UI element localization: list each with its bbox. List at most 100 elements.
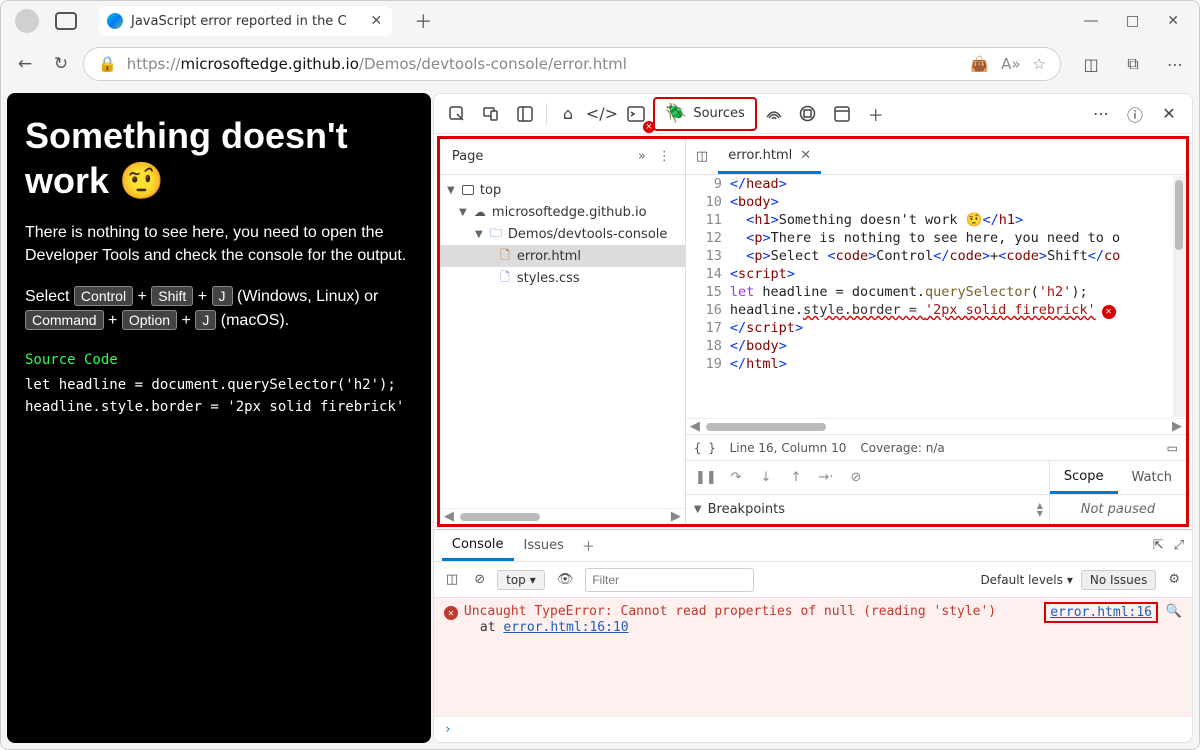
browser-tab[interactable]: JavaScript error reported in the C ✕ [99, 6, 392, 36]
deactivate-breakpoints-icon[interactable]: ⊘ [842, 464, 870, 492]
url-field[interactable]: 🔒 https://microsoftedge.github.io/Demos/… [83, 47, 1061, 81]
code-label: Source Code [25, 350, 413, 372]
drawer-expand-icon[interactable]: ⤢ [1174, 538, 1184, 553]
shopping-icon[interactable]: 👜 [970, 55, 989, 73]
close-file-icon[interactable]: ✕ [800, 148, 811, 163]
file-tab-error-html[interactable]: error.html ✕ [718, 139, 821, 174]
editor-tabs: ◫ error.html ✕ [686, 139, 1186, 175]
kbd-j: J [212, 286, 233, 306]
code-lines: </head> <body> <h1>Something doesn't wor… [730, 175, 1186, 418]
url-host: microsoftedge.github.io [180, 55, 358, 73]
editor-hscroll[interactable]: ◀▶ [686, 418, 1186, 434]
console-prompt[interactable]: › [434, 716, 1192, 742]
console-drawer-tab[interactable]: Console [442, 530, 514, 561]
device-emulation-icon[interactable] [474, 97, 508, 131]
sources-tab[interactable]: 🪲 Sources [653, 97, 757, 131]
nav-more-icon[interactable]: ⋮ [652, 149, 677, 164]
drawer-dock-icon[interactable]: ⇱ [1153, 538, 1164, 553]
close-window-icon[interactable]: ✕ [1167, 13, 1179, 29]
console-sidebar-icon[interactable]: ◫ [442, 572, 462, 587]
tree-file-styles-css[interactable]: 🗋styles.css [440, 267, 685, 289]
code-editor[interactable]: 910111213141516171819 </head> <body> <h1… [686, 175, 1186, 418]
address-bar: ← ↻ 🔒 https://microsoftedge.github.io/De… [1, 41, 1199, 87]
no-issues-badge[interactable]: No Issues [1081, 570, 1156, 590]
inspect-icon[interactable] [440, 97, 474, 131]
error-dot-icon[interactable]: ✕ [1102, 305, 1116, 319]
breakpoints-section[interactable]: ▼Breakpoints ▲▼ [686, 495, 1050, 524]
split-screen-icon[interactable]: ◫ [1077, 50, 1105, 78]
url-path: /Demos/devtools-console/error.html [359, 55, 627, 73]
bug-icon: 🪲 [665, 103, 687, 124]
more-tabs-icon[interactable]: ＋ [859, 97, 893, 131]
coverage-status: Coverage: n/a [860, 441, 944, 455]
close-devtools-icon[interactable]: ✕ [1152, 97, 1186, 131]
tree-top[interactable]: ▼top [440, 179, 685, 201]
source-map-icon[interactable]: ▭ [1167, 441, 1178, 455]
console-tab-icon[interactable] [619, 97, 653, 131]
minimize-icon[interactable]: ― [1084, 13, 1098, 29]
source-link[interactable]: error.html:16 [1050, 605, 1152, 620]
devtools-more-icon[interactable]: ⋯ [1084, 97, 1118, 131]
kbd-command: Command [25, 310, 104, 330]
url-scheme: https:// [127, 55, 181, 73]
tab-actions-icon[interactable] [55, 12, 77, 30]
scope-tab[interactable]: Scope [1050, 461, 1118, 494]
filter-input[interactable] [585, 568, 754, 592]
log-levels-dropdown[interactable]: Default levels ▾ [980, 573, 1072, 587]
console-error-message[interactable]: ✕ Uncaught TypeError: Cannot read proper… [434, 598, 1192, 716]
tree-host[interactable]: ▼☁microsoftedge.github.io [440, 201, 685, 223]
nav-hscroll[interactable]: ◀▶ [440, 508, 685, 524]
live-expression-icon[interactable]: 👁 [553, 572, 578, 587]
elements-tab-icon[interactable]: </> [585, 97, 619, 131]
tab-title: JavaScript error reported in the C [131, 14, 347, 29]
help-icon[interactable]: ⓘ [1118, 97, 1152, 131]
performance-tab-icon[interactable] [791, 97, 825, 131]
refresh-button[interactable]: ↻ [47, 50, 75, 78]
collections-icon[interactable]: ⧉ [1119, 50, 1147, 78]
expand-nav-icon[interactable]: » [632, 149, 652, 164]
maximize-icon[interactable]: □ [1126, 13, 1139, 29]
step-over-icon[interactable]: ↷ [722, 464, 750, 492]
navigator-tabs: Page » ⋮ [440, 139, 685, 175]
add-drawer-tab-icon[interactable]: ＋ [574, 536, 603, 555]
editor-vscroll[interactable] [1173, 176, 1185, 417]
code-editor-pane: ◫ error.html ✕ 910111213141516171819 </h… [686, 139, 1186, 524]
debugger-toolbar: ❚❚ ↷ ↓ ↑ →· ⊘ Scope Watch [686, 460, 1186, 494]
file-tree[interactable]: ▼top ▼☁microsoftedge.github.io ▼🗀Demos/d… [440, 175, 685, 508]
lock-icon[interactable]: 🔒 [98, 55, 117, 73]
step-out-icon[interactable]: ↑ [782, 464, 810, 492]
toggle-navigator-icon[interactable]: ◫ [686, 149, 718, 164]
search-message-icon[interactable]: 🔍 [1166, 604, 1182, 619]
profile-avatar[interactable] [15, 9, 39, 33]
edge-favicon-icon [107, 13, 123, 29]
page-content: Something doesn't work 🤨 There is nothin… [7, 93, 431, 743]
tree-file-error-html[interactable]: 🗋error.html [440, 245, 685, 267]
window-controls: ― □ ✕ [1084, 13, 1193, 29]
console-settings-icon[interactable]: ⚙ [1164, 572, 1184, 587]
clear-console-icon[interactable]: ⊘ [470, 572, 489, 587]
drawer-tabs: Console Issues ＋ ⇱ ⤢ [434, 530, 1192, 562]
read-aloud-icon[interactable]: A» [1001, 55, 1020, 73]
line-gutter: 910111213141516171819 [686, 175, 730, 418]
pretty-print-icon[interactable]: { } [694, 441, 716, 455]
issues-drawer-tab[interactable]: Issues [514, 530, 574, 561]
application-tab-icon[interactable] [825, 97, 859, 131]
tree-folder[interactable]: ▼🗀Demos/devtools-console [440, 223, 685, 245]
page-subtab[interactable]: Page [448, 149, 487, 164]
dock-side-icon[interactable] [508, 97, 542, 131]
settings-menu-icon[interactable]: ⋯ [1161, 50, 1189, 78]
kbd-j2: J [195, 310, 216, 330]
close-tab-icon[interactable]: ✕ [371, 13, 383, 29]
step-icon[interactable]: →· [812, 464, 840, 492]
network-tab-icon[interactable] [757, 97, 791, 131]
welcome-tab-icon[interactable]: ⌂ [551, 97, 585, 131]
favorite-icon[interactable]: ☆ [1033, 55, 1046, 73]
context-dropdown[interactable]: top▾ [497, 570, 545, 590]
stack-link[interactable]: error.html:16:10 [503, 620, 628, 635]
back-button[interactable]: ← [11, 50, 39, 78]
step-into-icon[interactable]: ↓ [752, 464, 780, 492]
kbd-shift: Shift [151, 286, 193, 306]
watch-tab[interactable]: Watch [1118, 461, 1186, 494]
new-tab-button[interactable]: ＋ [406, 4, 440, 38]
pause-icon[interactable]: ❚❚ [692, 464, 720, 492]
